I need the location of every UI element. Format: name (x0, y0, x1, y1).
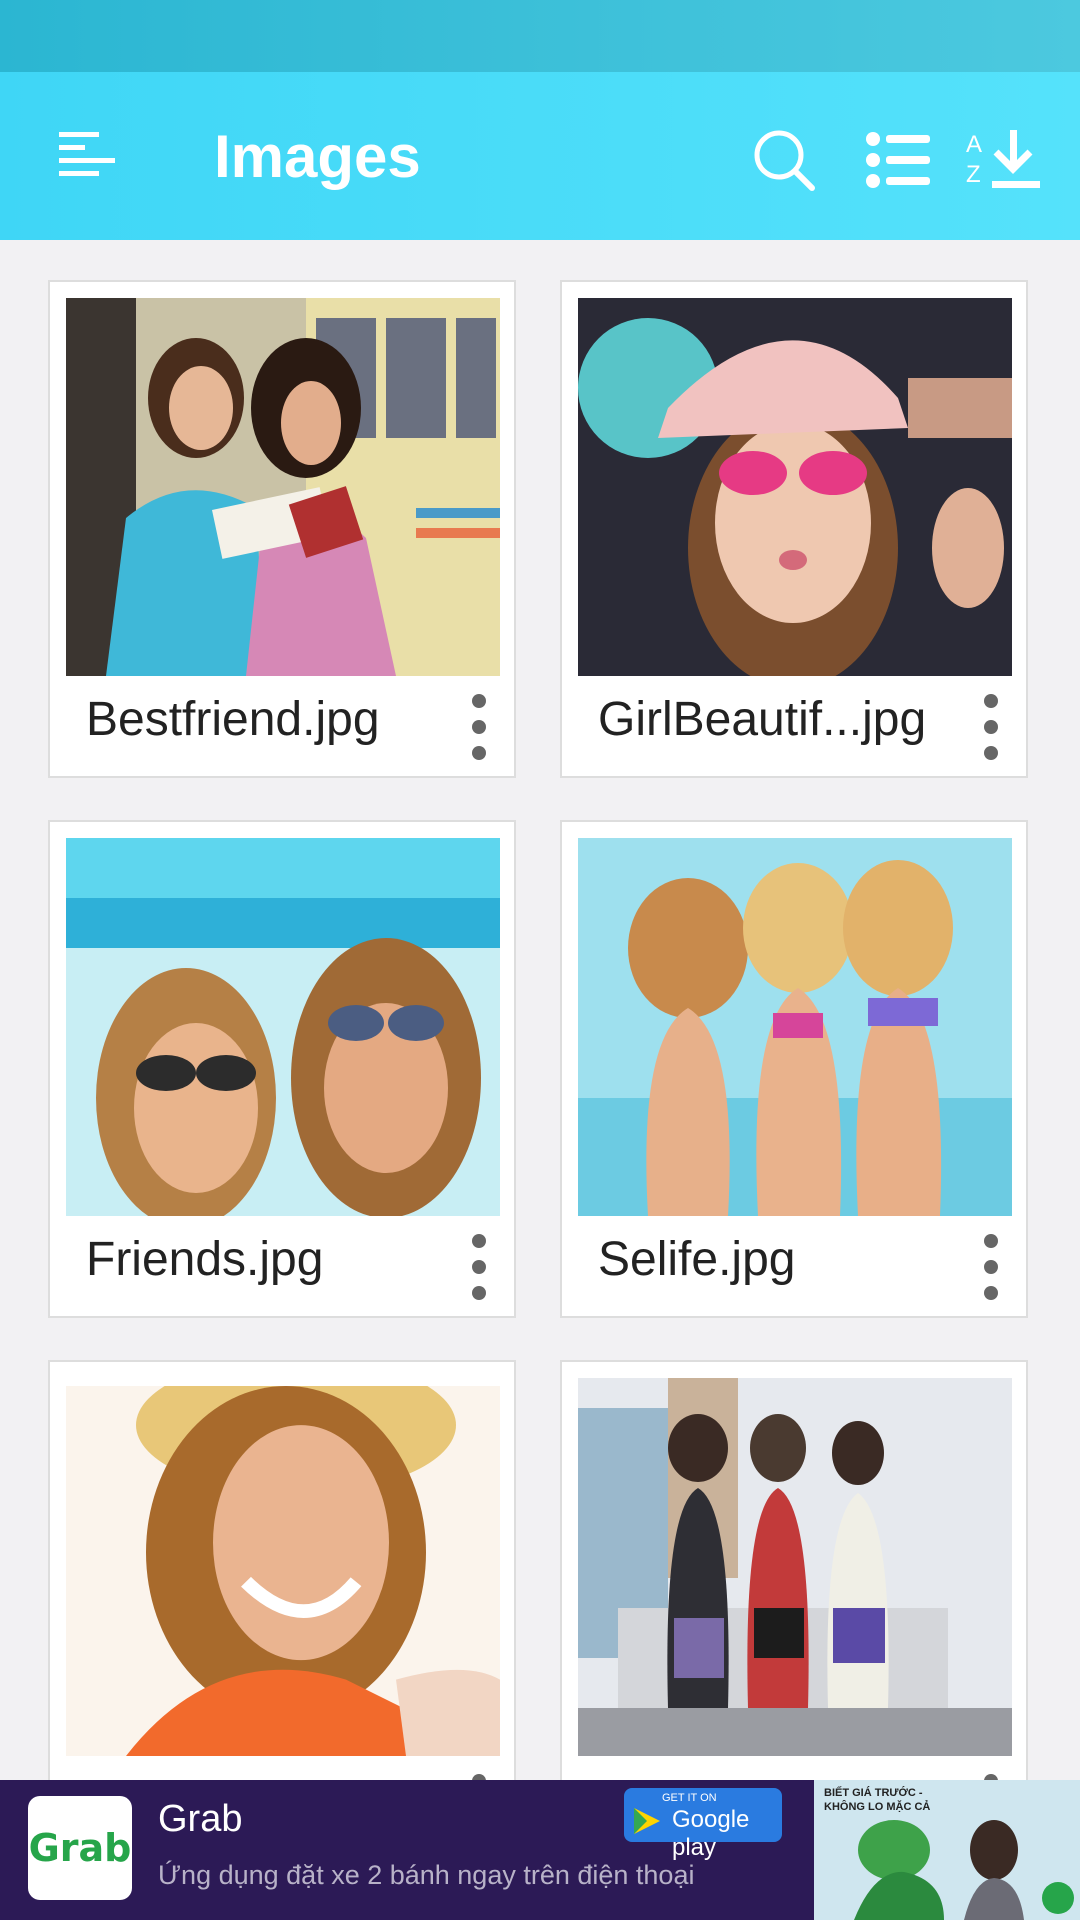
ad-description[interactable]: Ứng dụng đặt xe 2 bánh ngay trên điện th… (158, 1860, 694, 1891)
image-thumbnail[interactable] (66, 298, 500, 676)
svg-text:A: A (966, 131, 982, 158)
file-name: GirlBeautif...jpg (598, 693, 927, 746)
image-thumbnail[interactable] (66, 1386, 500, 1756)
file-card[interactable]: GirlBeautif...jpg (560, 280, 1028, 778)
more-options-icon[interactable] (464, 694, 494, 760)
image-thumbnail[interactable] (66, 838, 500, 1216)
status-bar (0, 0, 1080, 72)
image-thumbnail[interactable] (578, 298, 1012, 676)
more-options-icon[interactable] (976, 1234, 1006, 1300)
ad-banner[interactable]: Grab Grab Ứng dụng đặt xe 2 bánh ngay tr… (0, 1780, 1080, 1920)
more-options-icon[interactable] (976, 694, 1006, 760)
search-icon[interactable] (742, 118, 826, 202)
ad-image[interactable]: BIẾT GIÁ TRƯỚC - KHÔNG LO MẶC CẢ (814, 1780, 1080, 1920)
file-card[interactable]: Selife.jpg (560, 820, 1028, 1318)
file-card[interactable]: Friends.jpg (48, 820, 516, 1318)
list-view-icon[interactable] (856, 118, 940, 202)
badge-top-text: GET IT ON (662, 1792, 717, 1804)
page-title: Images (214, 123, 421, 190)
sort-az-icon[interactable]: A Z (954, 114, 1054, 204)
file-name: Selife.jpg (598, 1233, 796, 1286)
file-card[interactable]: Bestfriend.jpg (48, 280, 516, 778)
menu-icon[interactable] (44, 124, 130, 188)
file-name: Friends.jpg (86, 1233, 324, 1286)
google-play-badge[interactable]: GET IT ON Google play (624, 1788, 782, 1861)
image-grid: Bestfriend.jpg GirlBeautif...jpg Friends… (0, 240, 1080, 1780)
file-name: Bestfriend.jpg (86, 693, 380, 746)
play-store-icon (634, 1808, 660, 1834)
app-bar: Images A Z (0, 72, 1080, 240)
svg-text:Z: Z (966, 161, 981, 188)
badge-main-text: Google play (672, 1806, 750, 1861)
image-thumbnail[interactable] (578, 838, 1012, 1216)
file-card[interactable] (560, 1360, 1028, 1780)
image-thumbnail[interactable] (578, 1378, 1012, 1756)
more-options-icon[interactable] (464, 1234, 494, 1300)
grab-logo[interactable]: Grab (28, 1796, 132, 1900)
file-card[interactable] (48, 1360, 516, 1780)
ad-title[interactable]: Grab (158, 1798, 242, 1841)
